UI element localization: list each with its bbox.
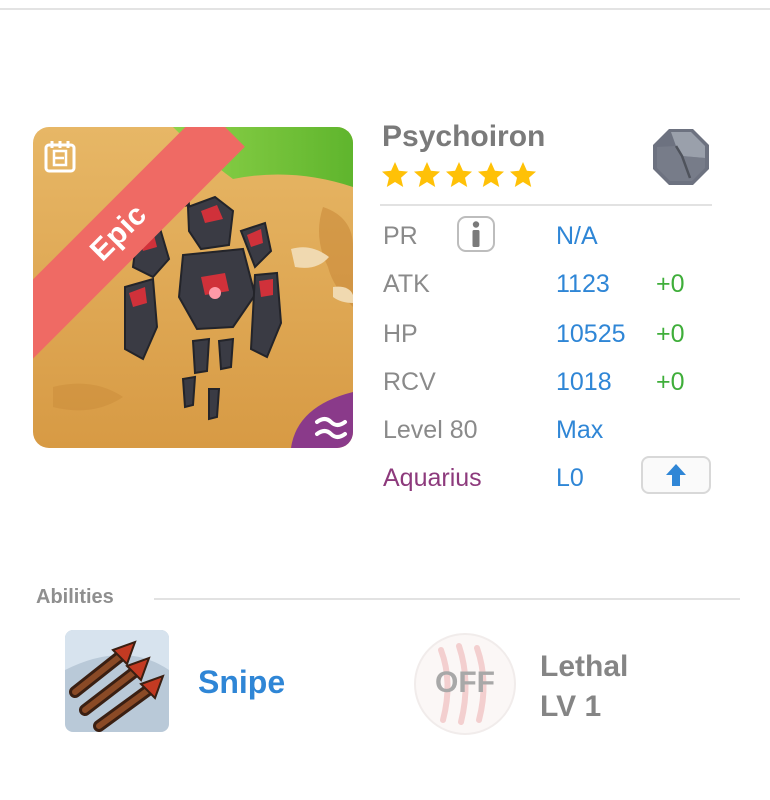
constellation-label[interactable]: Aquarius [383,464,482,493]
passive-ability-level: LV 1 [540,690,602,723]
star-icon [478,162,504,187]
triple-arrow-icon [65,630,169,732]
star-rating [380,160,538,190]
rock-octagon-icon[interactable] [650,126,712,188]
star-icon [414,162,440,187]
star-icon [510,162,536,187]
monster-name: Psychoiron [382,120,546,153]
abilities-heading: Abilities [36,586,114,608]
level-label: Level 80 [383,416,478,444]
pr-info-button[interactable] [457,216,495,252]
atk-label: ATK [383,270,430,298]
hp-label: HP [383,320,418,348]
rcv-bonus: +0 [656,368,685,396]
info-divider [380,204,712,206]
star-icon [382,162,408,187]
arrow-up-icon [666,464,686,486]
hp-value: 10525 [556,320,626,348]
active-ability-name[interactable]: Snipe [198,664,285,701]
journal-icon[interactable] [43,139,77,173]
abilities-divider [154,598,740,600]
constellation-value: L0 [556,464,584,492]
star-icon [446,162,472,187]
info-icon [472,221,480,247]
atk-value: 1123 [556,270,610,298]
atk-bonus: +0 [656,270,685,298]
hp-bonus: +0 [656,320,685,348]
active-ability-icon[interactable] [65,630,169,732]
water-waves-icon [291,392,353,448]
level-value: Max [556,416,604,444]
passive-status: OFF [435,666,495,699]
pr-label: PR [383,222,418,250]
passive-ability-name[interactable]: Lethal [540,650,628,684]
rcv-value: 1018 [556,368,612,396]
pr-value: N/A [556,222,598,250]
monster-portrait[interactable]: Epic [33,127,353,448]
rcv-label: RCV [383,368,436,396]
upgrade-button[interactable] [641,456,711,494]
top-divider [0,8,770,10]
